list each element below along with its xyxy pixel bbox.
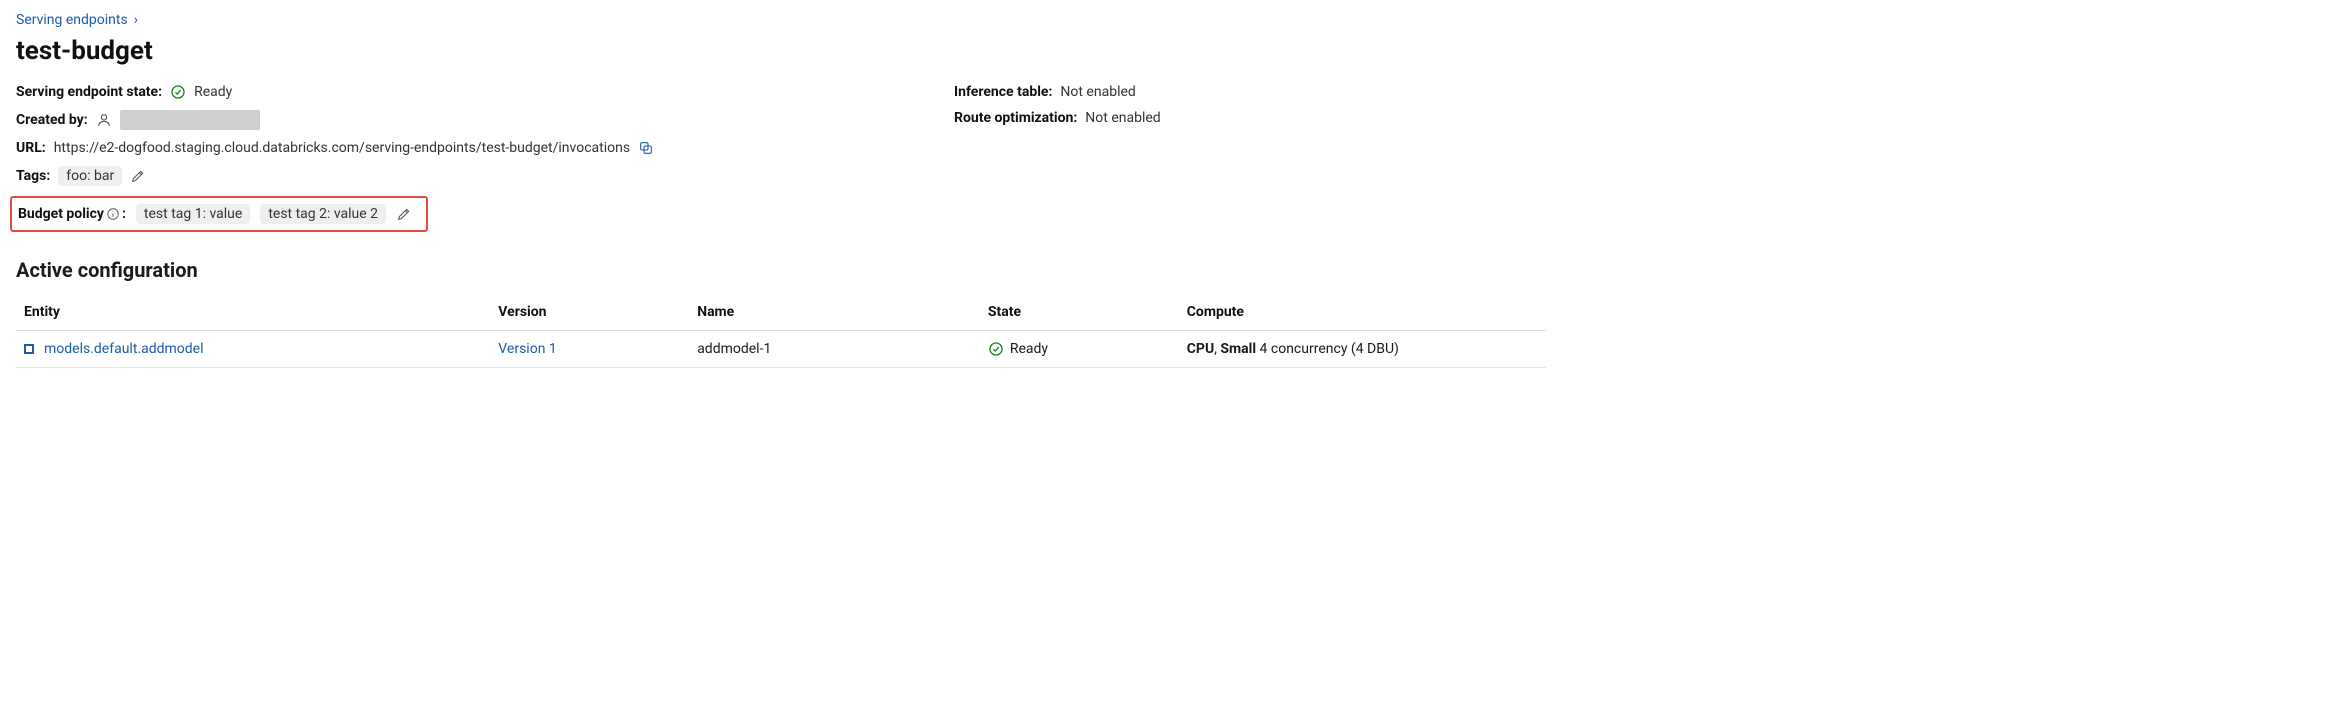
budget-policy-label: Budget policy bbox=[18, 206, 104, 222]
details-grid: Serving endpoint state: Ready Inference … bbox=[16, 84, 1546, 232]
tags-label: Tags: bbox=[16, 168, 50, 184]
version-link[interactable]: Version 1 bbox=[498, 341, 556, 357]
page-title: test-budget bbox=[16, 36, 2320, 66]
compute-cpu: CPU bbox=[1187, 341, 1214, 357]
route-optimization-row: Route optimization: Not enabled bbox=[954, 110, 1566, 126]
route-optimization-label: Route optimization: bbox=[954, 110, 1077, 126]
user-icon bbox=[96, 112, 112, 128]
compute-rest: 4 concurrency (4 DBU) bbox=[1256, 341, 1399, 357]
compute-size: Small bbox=[1220, 341, 1256, 357]
col-compute: Compute bbox=[1179, 294, 1546, 331]
active-config-heading: Active configuration bbox=[16, 258, 2320, 282]
col-name: Name bbox=[689, 294, 980, 331]
inference-table-row: Inference table: Not enabled bbox=[954, 84, 1566, 100]
table-row: models.default.addmodel Version 1 addmod… bbox=[16, 331, 1546, 368]
entity-cell: models.default.addmodel bbox=[24, 341, 478, 357]
col-version: Version bbox=[490, 294, 689, 331]
inference-table-label: Inference table: bbox=[954, 84, 1052, 100]
state-value: Ready bbox=[1010, 341, 1048, 357]
tag-chip: foo: bar bbox=[58, 166, 122, 186]
model-icon bbox=[24, 344, 34, 354]
url-label: URL: bbox=[16, 140, 46, 156]
copy-icon[interactable] bbox=[638, 140, 654, 156]
route-optimization-value: Not enabled bbox=[1085, 110, 1160, 126]
budget-policy-colon: : bbox=[122, 206, 126, 222]
created-by-label: Created by: bbox=[16, 112, 88, 128]
budget-tag-chip: test tag 2: value 2 bbox=[260, 204, 386, 224]
active-config-table: Entity Version Name State Compute models… bbox=[16, 294, 1546, 368]
pencil-icon[interactable] bbox=[130, 168, 146, 184]
budget-tag-chip: test tag 1: value bbox=[136, 204, 250, 224]
pencil-icon[interactable] bbox=[396, 206, 412, 222]
name-cell: addmodel-1 bbox=[689, 331, 980, 368]
inference-table-value: Not enabled bbox=[1060, 84, 1135, 100]
url-row: URL: https://e2-dogfood.staging.cloud.da… bbox=[16, 140, 934, 156]
compute-cell: CPU, Small 4 concurrency (4 DBU) bbox=[1179, 331, 1546, 368]
created-by-redacted bbox=[120, 110, 260, 130]
created-by-row: Created by: bbox=[16, 110, 934, 130]
budget-policy-highlight: Budget policy : test tag 1: value test t… bbox=[10, 196, 428, 232]
chevron-right-icon: › bbox=[134, 12, 138, 28]
state-cell: Ready bbox=[988, 341, 1167, 357]
breadcrumb: Serving endpoints › bbox=[16, 12, 2320, 28]
tags-row: Tags: foo: bar bbox=[16, 166, 934, 186]
table-header-row: Entity Version Name State Compute bbox=[16, 294, 1546, 331]
url-value: https://e2-dogfood.staging.cloud.databri… bbox=[54, 140, 630, 156]
budget-policy-row-wrapper: Budget policy : test tag 1: value test t… bbox=[16, 196, 934, 232]
serving-state-value: Ready bbox=[194, 84, 232, 100]
info-icon[interactable] bbox=[106, 207, 120, 221]
col-state: State bbox=[980, 294, 1179, 331]
check-circle-icon bbox=[170, 84, 186, 100]
check-circle-icon bbox=[988, 341, 1004, 357]
breadcrumb-root-link[interactable]: Serving endpoints bbox=[16, 12, 128, 28]
entity-link[interactable]: models.default.addmodel bbox=[44, 341, 204, 357]
col-entity: Entity bbox=[16, 294, 490, 331]
serving-state-row: Serving endpoint state: Ready bbox=[16, 84, 934, 100]
serving-state-label: Serving endpoint state: bbox=[16, 84, 162, 100]
